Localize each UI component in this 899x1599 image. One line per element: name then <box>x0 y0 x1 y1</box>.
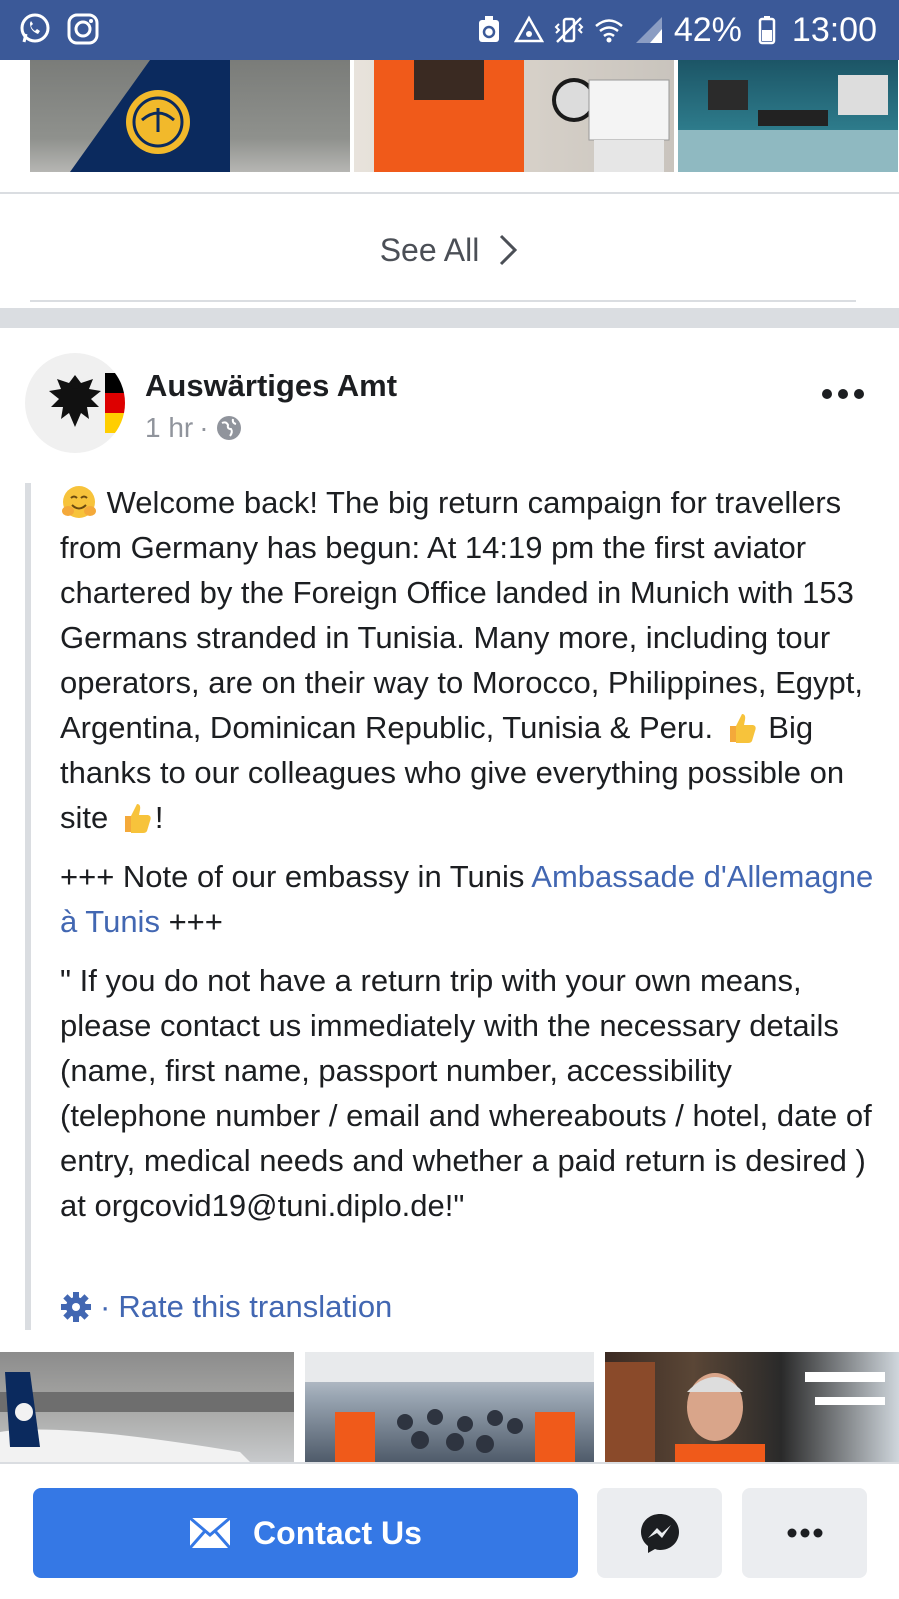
more-actions-button[interactable] <box>742 1488 867 1578</box>
status-bar: 42% 13:00 <box>0 0 899 60</box>
battery-percent: 42% <box>673 11 742 49</box>
page-action-bar: Contact Us <box>0 1462 899 1599</box>
gear-icon[interactable] <box>60 1291 92 1323</box>
post-time[interactable]: 1 hr <box>145 412 193 444</box>
globe-icon <box>216 416 241 440</box>
clock: 13:00 <box>791 11 877 49</box>
battery-icon <box>758 16 776 45</box>
rate-separator: · <box>100 1289 111 1324</box>
photo-thumbnail[interactable] <box>678 60 898 172</box>
paragraph2-prefix: +++ Note of our embassy in Tunis <box>60 859 532 894</box>
thumbs-up-emoji-icon <box>124 804 151 833</box>
post-author[interactable]: Auswärtiges Amt <box>145 368 397 404</box>
post-photo[interactable] <box>605 1352 899 1462</box>
contact-us-label: Contact Us <box>253 1514 422 1551</box>
photo-strip-top <box>30 60 899 172</box>
translation-quote-bar <box>25 483 31 1330</box>
post-meta: 1 hr · <box>145 412 243 444</box>
thumbs-up-emoji-icon <box>729 714 756 743</box>
paragraph2-suffix: +++ <box>159 904 223 939</box>
tethering-icon <box>513 15 544 43</box>
vibrate-icon <box>554 17 584 43</box>
post-paragraph: " If you do not have a return trip with … <box>60 963 872 1223</box>
signal-icon <box>635 17 662 43</box>
federal-eagle-icon <box>49 373 125 433</box>
chevron-right-icon <box>500 234 518 266</box>
see-all-label: See All <box>379 231 480 268</box>
post-paragraph: Welcome back! The big return campaign fo… <box>60 480 880 840</box>
post-paragraph: +++ Note of our embassy in Tunis Ambassa… <box>60 854 880 944</box>
meta-separator: · <box>199 412 209 443</box>
messenger-icon <box>640 1514 679 1553</box>
see-all-button[interactable]: See All <box>0 200 899 300</box>
paragraph1-end-text: ! <box>154 800 164 835</box>
rate-translation-link[interactable]: Rate this translation <box>118 1289 392 1325</box>
paragraph1-text: Welcome back! The big return campaign fo… <box>60 485 863 745</box>
whatsapp-icon <box>20 13 50 43</box>
photo-thumbnail[interactable] <box>30 60 350 172</box>
post-text: Welcome back! The big return campaign fo… <box>60 480 880 1242</box>
avatar[interactable] <box>25 353 125 453</box>
messenger-button[interactable] <box>597 1488 722 1578</box>
rate-translation-row: · Rate this translation <box>60 1289 392 1325</box>
instagram-icon <box>67 13 99 45</box>
post-photo[interactable] <box>305 1352 594 1462</box>
photo-thumbnail[interactable] <box>354 60 674 172</box>
hugging-face-emoji-icon <box>62 486 96 518</box>
section-separator <box>0 308 899 328</box>
mail-icon <box>189 1517 232 1549</box>
post-photo-grid <box>0 1352 899 1462</box>
saver-icon <box>478 16 499 42</box>
post-photo[interactable] <box>0 1352 294 1462</box>
contact-us-button[interactable]: Contact Us <box>33 1488 578 1578</box>
divider <box>0 192 899 194</box>
wifi-icon <box>595 19 623 43</box>
divider <box>30 300 856 302</box>
more-options-icon[interactable] <box>821 386 865 402</box>
more-icon <box>787 1528 822 1538</box>
